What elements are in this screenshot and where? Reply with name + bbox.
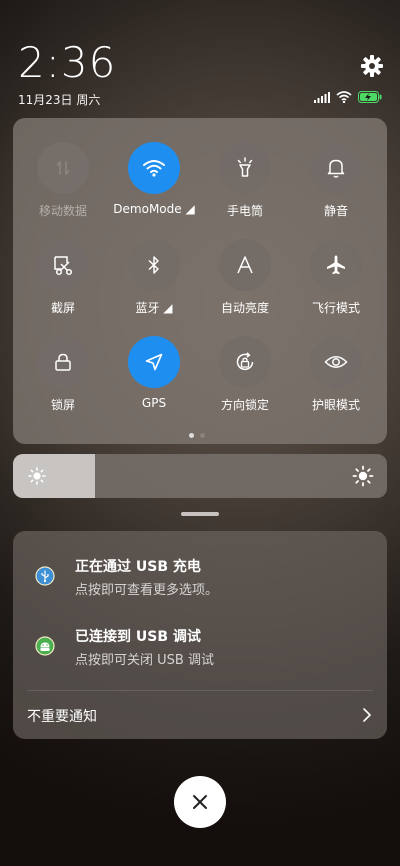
notification-usb-charging[interactable]: 正在通过 USB 充电 点按即可查看更多选项。 (13, 553, 387, 601)
toggle-label: 静音 (323, 204, 348, 218)
brightness-slider[interactable] (13, 454, 387, 498)
notification-title: 正在通过 USB 充电 (75, 559, 201, 575)
wifi-icon (143, 160, 165, 177)
toggle-auto-brightness[interactable]: 自动亮度 (200, 239, 290, 316)
close-icon (193, 795, 207, 809)
notification-usb-debugging[interactable]: 已连接到 USB 调试 点按即可关闭 USB 调试 (13, 623, 387, 671)
toggle-lock-screen[interactable]: 锁屏 (18, 336, 108, 413)
location-icon (145, 353, 163, 371)
toggle-wifi[interactable]: DemoMode ◢ (109, 142, 199, 216)
toggle-mobile-data[interactable]: 移动数据 (18, 142, 108, 219)
battery-charging-icon (358, 91, 382, 103)
toggle-label: 手电筒 (226, 204, 263, 218)
rotation-lock-icon (236, 352, 254, 371)
toggle-screenshot[interactable]: 截屏 (18, 239, 108, 316)
brightness-level (13, 454, 96, 498)
page-dot-active (189, 433, 194, 438)
toggle-rotation-lock[interactable]: 方向锁定 (200, 336, 290, 413)
date-label: 11月23日 周六 (18, 93, 101, 107)
toggle-label: 截屏 (50, 301, 75, 315)
notification-subtitle: 点按即可查看更多选项。 (75, 583, 219, 598)
toggle-label: 自动亮度 (220, 301, 269, 315)
clear-all-button[interactable] (174, 776, 226, 828)
toggle-label: 蓝牙 ◢ (135, 301, 173, 315)
brightness-low-icon (28, 467, 46, 485)
toggle-flashlight[interactable]: 手电筒 (200, 142, 290, 219)
chevron-right-icon[interactable] (361, 707, 373, 723)
toggle-label: DemoMode ◢ (113, 202, 195, 216)
bluetooth-icon (148, 256, 159, 274)
brightness-high-icon (352, 465, 374, 487)
toggle-label: 方向锁定 (220, 398, 269, 412)
clock-time: 2:36 (18, 38, 117, 87)
divider (27, 690, 373, 691)
flashlight-icon (237, 157, 253, 177)
bell-icon (327, 159, 345, 178)
eye-icon (324, 356, 348, 368)
toggle-label: 飞行模式 (311, 301, 360, 315)
toggle-gps[interactable]: GPS (109, 336, 199, 410)
airplane-icon (327, 255, 345, 275)
notification-panel: 正在通过 USB 充电 点按即可查看更多选项。 已连接到 USB 调试 点按即可… (13, 531, 387, 739)
lock-icon (55, 353, 71, 371)
settings-gear-icon[interactable] (360, 54, 384, 78)
toggle-airplane[interactable]: 飞行模式 (291, 239, 381, 316)
toggle-eye-protection[interactable]: 护眼模式 (291, 336, 381, 413)
toggle-bluetooth[interactable]: 蓝牙 ◢ (109, 239, 199, 316)
mobile-data-icon (56, 161, 70, 175)
notification-subtitle: 点按即可关闭 USB 调试 (75, 653, 214, 668)
wifi-status-icon (336, 91, 352, 103)
toggle-label: 移动数据 (38, 204, 87, 218)
screenshot-icon (54, 256, 73, 276)
unimportant-notifications-link[interactable]: 不重要通知 (27, 706, 97, 726)
android-icon (35, 636, 55, 656)
drag-handle[interactable] (181, 512, 219, 516)
status-icons (314, 91, 382, 103)
signal-icon (314, 91, 330, 103)
notification-title: 已连接到 USB 调试 (75, 629, 201, 645)
toggle-label: GPS (141, 396, 167, 410)
quick-settings-panel: 移动数据 DemoMode ◢ 手电筒 静音 截屏 蓝牙 ◢ 自动亮度 飞行模式… (13, 118, 387, 444)
auto-brightness-icon (237, 256, 253, 274)
usb-icon (35, 566, 55, 586)
toggle-label: 护眼模式 (311, 398, 360, 412)
page-dot (200, 433, 205, 438)
toggle-mute[interactable]: 静音 (291, 142, 381, 219)
toggle-label: 锁屏 (50, 398, 75, 412)
page-indicator (189, 433, 205, 438)
